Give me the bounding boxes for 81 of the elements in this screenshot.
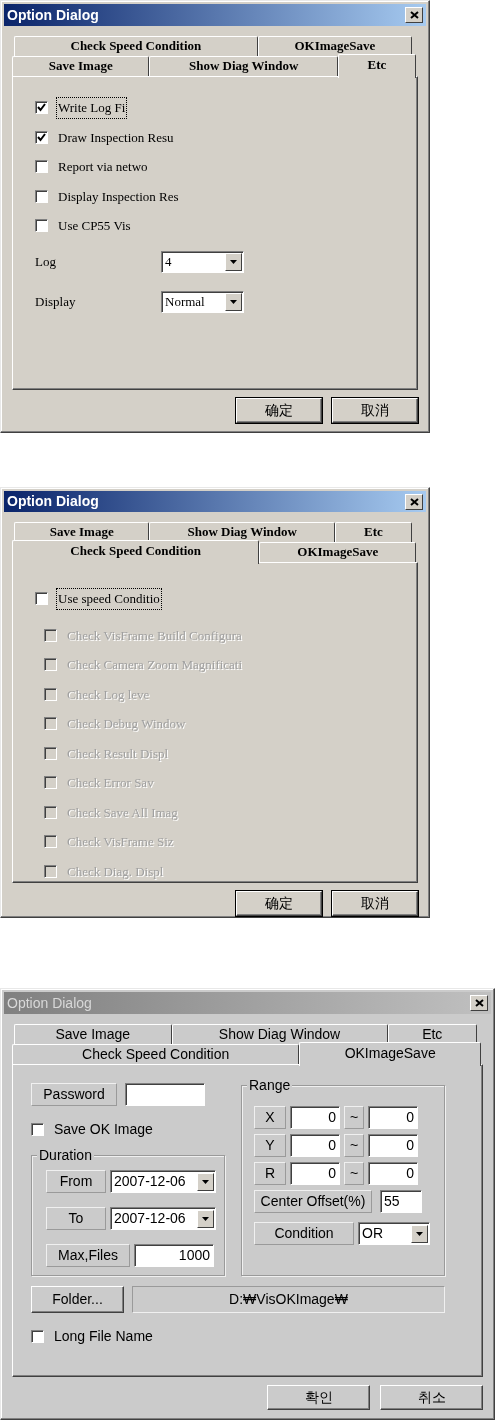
input-field[interactable]: 1000 [134,1244,214,1267]
dropdown-button[interactable] [225,252,242,271]
cancel-button[interactable]: 取消 [332,891,418,916]
dropdown[interactable]: OR [358,1222,430,1245]
field-label: To [46,1207,106,1230]
checkbox[interactable] [35,189,48,203]
checkbox-label: Use CP55 Vis [57,217,132,235]
field-label: X [254,1106,286,1129]
tab[interactable]: Check Speed Condition [12,1044,300,1064]
checkbox-label: Long File Name [53,1327,154,1346]
checkbox-label: Report via netwo [57,158,149,176]
date-picker[interactable]: 2007-12-06 [110,1207,216,1230]
date-picker[interactable]: 2007-12-06 [110,1170,216,1193]
dropdown-button[interactable] [197,1209,214,1228]
checkbox-label: Display Inspection Res [57,187,180,206]
checkbox-label: Use speed Conditio [56,588,162,610]
checkbox[interactable] [31,1123,44,1136]
field-label: Center Offset(%) [254,1190,372,1213]
input-field[interactable]: 0 [290,1134,340,1157]
folder-button[interactable]: Folder... [31,1286,124,1313]
tab[interactable]: Etc [337,54,416,78]
caret-icon [230,259,237,264]
input-field[interactable]: 0 [290,1106,340,1129]
checkbox-label: Draw Inspection Resu [57,128,175,147]
tab[interactable]: Check Speed Condition [12,540,260,564]
input-field[interactable]: 0 [368,1106,418,1129]
tab[interactable]: Save Image [14,1024,172,1044]
field-label: Y [254,1134,286,1157]
close-button[interactable] [470,995,488,1011]
dropdown[interactable]: Normal [161,290,244,313]
ok-button[interactable]: 确定 [236,891,322,916]
range-separator: ~ [344,1106,364,1129]
field-label: Display [35,292,77,311]
caret-icon [230,299,237,304]
ok-button[interactable]: 确定 [236,398,322,423]
close-button[interactable] [405,7,423,23]
dropdown-button[interactable] [225,292,242,311]
tab[interactable]: OKImageSave [259,542,416,562]
window-title: Option Dialog [7,492,99,511]
folder-path-field: D:₩VisOKImage₩ [132,1286,445,1313]
field-label: Password [31,1083,117,1106]
ok-button[interactable]: 확인 [267,1385,370,1410]
cancel-button[interactable]: 取消 [332,398,418,423]
caret-icon [202,1179,209,1184]
checkbox[interactable] [31,1330,44,1343]
tab[interactable]: Save Image [12,56,150,76]
input-field[interactable]: 55 [380,1190,422,1213]
tab[interactable]: OKImageSave [299,1042,481,1066]
input-field[interactable]: 0 [368,1162,418,1185]
checkbox[interactable] [35,101,48,115]
checkbox-label: Save OK Image [53,1120,154,1139]
input-field[interactable]: 0 [368,1134,418,1157]
field-label: Max,Files [46,1244,130,1267]
checkbox[interactable] [35,160,48,174]
dropdown[interactable]: 4 [161,250,244,273]
field-label: Condition [254,1222,354,1245]
cancel-button[interactable]: 취소 [380,1385,483,1410]
window-title: Option Dialog [7,5,99,25]
range-separator: ~ [344,1162,364,1185]
password-field[interactable] [125,1083,205,1106]
close-icon [409,497,419,506]
checkbox[interactable] [35,592,48,606]
tab[interactable]: Show Diag Window [149,56,338,76]
window-title: Option Dialog [7,993,92,1013]
tab[interactable]: Check Speed Condition [14,36,258,56]
checkbox[interactable] [35,130,48,144]
input-field[interactable]: 0 [290,1162,340,1185]
close-button[interactable] [405,493,423,510]
dropdown-button[interactable] [197,1172,214,1191]
field-label: Log [35,252,57,271]
checkbox-label: Write Log Fi [56,97,128,119]
dropdown-button[interactable] [411,1224,428,1243]
close-icon [474,999,484,1007]
tab[interactable]: Etc [334,522,412,542]
caret-icon [202,1216,209,1221]
field-label: From [46,1170,106,1193]
caret-icon [416,1231,423,1236]
field-label: R [254,1162,286,1185]
close-icon [409,11,419,19]
checkbox[interactable] [35,219,48,233]
range-separator: ~ [344,1134,364,1157]
